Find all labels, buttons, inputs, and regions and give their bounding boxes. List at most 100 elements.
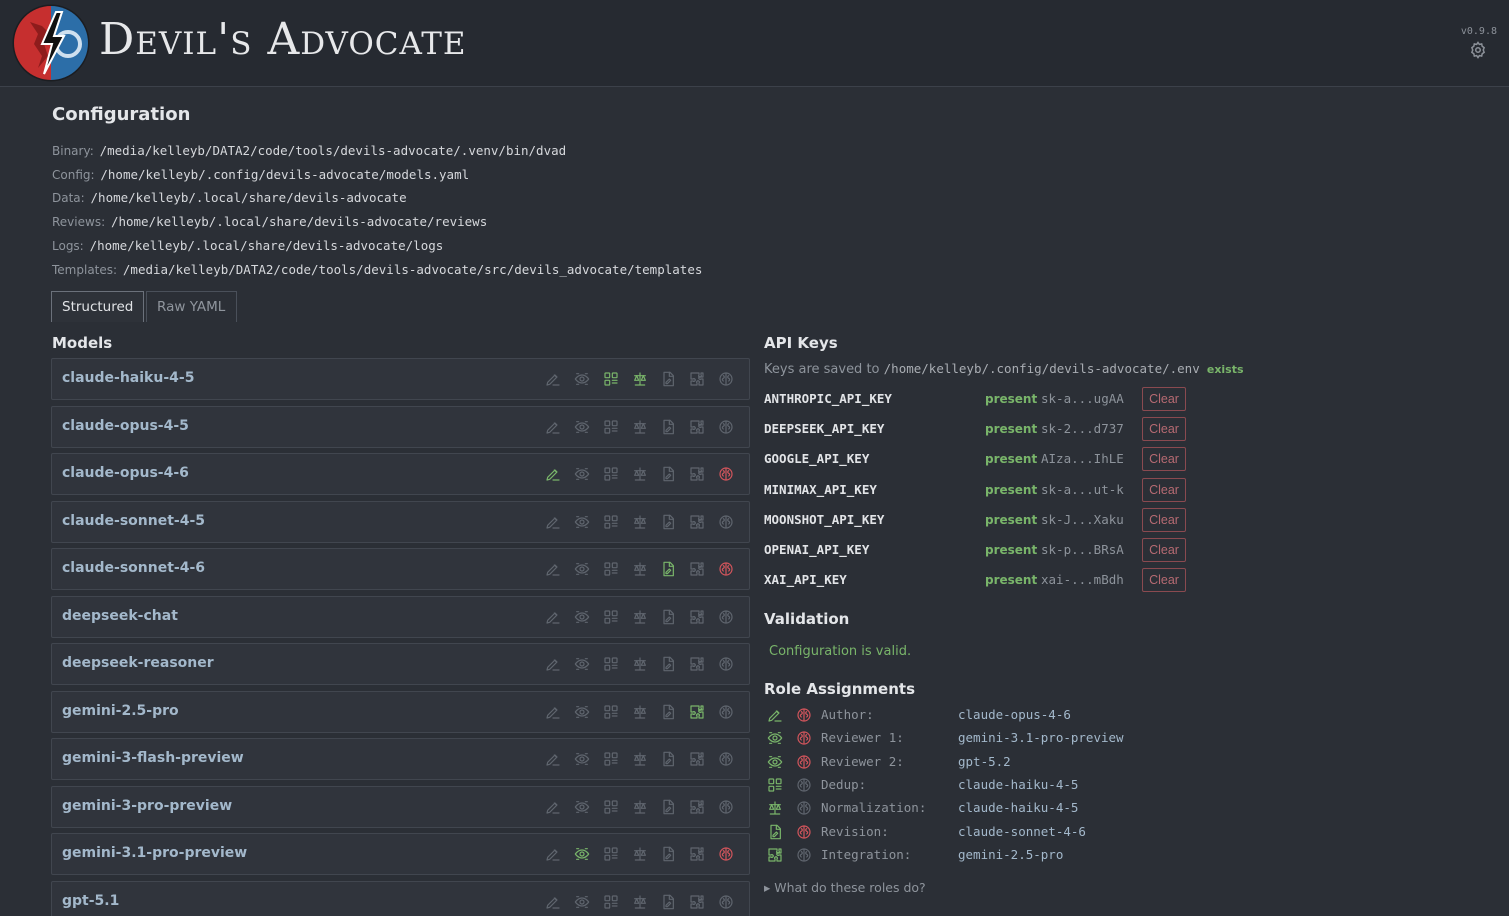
clear-key-button[interactable]: Clear [1142,568,1186,593]
thinking-icon-toggle[interactable] [718,514,734,530]
integration-icon-toggle[interactable] [689,514,705,530]
author-icon-toggle[interactable] [545,799,561,815]
reviewer-icon-toggle[interactable] [574,799,590,815]
reviewer-icon-toggle[interactable] [574,894,590,910]
reviewer-icon-toggle[interactable] [574,704,590,720]
role-model[interactable]: gemini-2.5-pro [958,847,1063,862]
thinking-icon-toggle[interactable] [718,751,734,767]
reviewer-icon-toggle[interactable] [574,466,590,482]
dedup-icon-toggle[interactable] [603,894,619,910]
reviewer-icon-toggle[interactable] [574,609,590,625]
revision-icon-toggle[interactable] [660,514,676,530]
thinking-icon-toggle[interactable] [718,799,734,815]
revision-icon-toggle[interactable] [660,466,676,482]
integration-icon-toggle[interactable] [689,751,705,767]
integration-icon-toggle[interactable] [689,704,705,720]
role-model[interactable]: claude-haiku-4-5 [958,800,1078,815]
thinking-icon-toggle[interactable] [718,846,734,862]
model-row[interactable]: claude-sonnet-4-6 [51,548,750,590]
clear-key-button[interactable]: Clear [1142,447,1186,472]
normalization-icon-toggle[interactable] [632,466,648,482]
thinking-icon-toggle[interactable] [718,609,734,625]
reviewer-icon-toggle[interactable] [574,561,590,577]
thinking-icon-toggle[interactable] [718,371,734,387]
thinking-icon-toggle[interactable] [718,561,734,577]
model-row[interactable]: claude-opus-4-6 [51,453,750,495]
dedup-icon-toggle[interactable] [603,371,619,387]
normalization-icon-toggle[interactable] [632,371,648,387]
model-row[interactable]: claude-haiku-4-5 [51,358,750,400]
model-row[interactable]: gemini-3.1-pro-preview [51,833,750,875]
author-icon-toggle[interactable] [545,419,561,435]
thinking-icon-toggle[interactable] [718,419,734,435]
normalization-icon-toggle[interactable] [632,561,648,577]
reviewer-icon-toggle[interactable] [574,419,590,435]
model-row[interactable]: gemini-2.5-pro [51,690,750,733]
tab-raw-yaml[interactable]: Raw YAML [146,291,237,322]
model-row[interactable]: gemini-3-pro-preview [51,785,750,828]
model-row[interactable]: gpt-5.1 [51,880,750,916]
role-model[interactable]: claude-opus-4-6 [958,707,1071,722]
dedup-icon-toggle[interactable] [603,751,619,767]
dedup-icon-toggle[interactable] [603,704,619,720]
model-row[interactable]: claude-sonnet-4-5 [51,500,750,543]
integration-icon-toggle[interactable] [689,466,705,482]
integration-icon-toggle[interactable] [689,894,705,910]
revision-icon-toggle[interactable] [660,751,676,767]
clear-key-button[interactable]: Clear [1142,477,1186,502]
thinking-icon-toggle[interactable] [718,894,734,910]
reviewer-icon-toggle[interactable] [574,846,590,862]
normalization-icon-toggle[interactable] [632,846,648,862]
roles-help-toggle[interactable]: ▸ What do these roles do? [764,880,926,895]
integration-icon-toggle[interactable] [689,656,705,672]
normalization-icon-toggle[interactable] [632,656,648,672]
revision-icon-toggle[interactable] [660,609,676,625]
dedup-icon-toggle[interactable] [603,799,619,815]
gear-icon[interactable] [1469,41,1487,59]
dedup-icon-toggle[interactable] [603,609,619,625]
revision-icon-toggle[interactable] [660,799,676,815]
integration-icon-toggle[interactable] [689,371,705,387]
reviewer-icon-toggle[interactable] [574,371,590,387]
role-model[interactable]: gpt-5.2 [958,754,1011,769]
model-row[interactable]: gemini-3-flash-preview [51,738,750,780]
integration-icon-toggle[interactable] [689,419,705,435]
normalization-icon-toggle[interactable] [632,894,648,910]
tab-structured[interactable]: Structured [51,291,144,322]
revision-icon-toggle[interactable] [660,846,676,862]
author-icon-toggle[interactable] [545,514,561,530]
revision-icon-toggle[interactable] [660,704,676,720]
normalization-icon-toggle[interactable] [632,514,648,530]
role-model[interactable]: gemini-3.1-pro-preview [958,730,1124,745]
reviewer-icon-toggle[interactable] [574,751,590,767]
integration-icon-toggle[interactable] [689,561,705,577]
reviewer-icon-toggle[interactable] [574,514,590,530]
normalization-icon-toggle[interactable] [632,751,648,767]
role-model[interactable]: claude-sonnet-4-6 [958,824,1086,839]
clear-key-button[interactable]: Clear [1142,387,1186,411]
thinking-icon-toggle[interactable] [718,466,734,482]
author-icon-toggle[interactable] [545,371,561,387]
model-row[interactable]: deepseek-chat [51,595,750,638]
thinking-icon-toggle[interactable] [718,656,734,672]
model-row[interactable]: claude-opus-4-5 [51,405,750,448]
normalization-icon-toggle[interactable] [632,704,648,720]
author-icon-toggle[interactable] [545,704,561,720]
reviewer-icon-toggle[interactable] [574,656,590,672]
dedup-icon-toggle[interactable] [603,466,619,482]
integration-icon-toggle[interactable] [689,609,705,625]
clear-key-button[interactable]: Clear [1142,417,1186,442]
integration-icon-toggle[interactable] [689,799,705,815]
revision-icon-toggle[interactable] [660,371,676,387]
author-icon-toggle[interactable] [545,656,561,672]
author-icon-toggle[interactable] [545,561,561,577]
author-icon-toggle[interactable] [545,846,561,862]
author-icon-toggle[interactable] [545,466,561,482]
dedup-icon-toggle[interactable] [603,419,619,435]
normalization-icon-toggle[interactable] [632,799,648,815]
dedup-icon-toggle[interactable] [603,561,619,577]
revision-icon-toggle[interactable] [660,419,676,435]
dedup-icon-toggle[interactable] [603,846,619,862]
author-icon-toggle[interactable] [545,609,561,625]
normalization-icon-toggle[interactable] [632,609,648,625]
